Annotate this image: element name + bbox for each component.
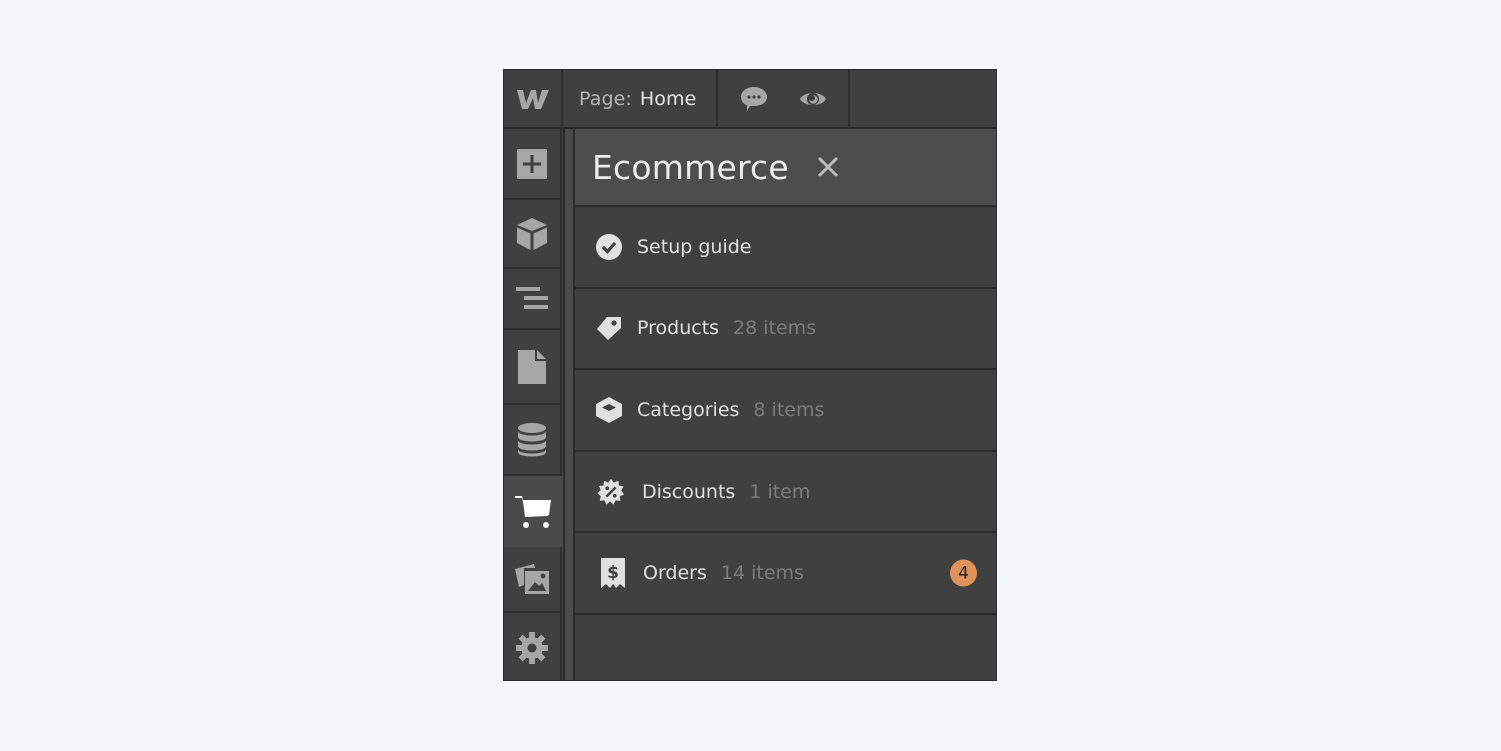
row-count: 28 items <box>733 317 817 340</box>
row-label: Products <box>637 317 720 340</box>
panel-title: Ecommerce <box>592 147 789 187</box>
check-circle-icon <box>595 233 623 261</box>
sidebar-item-symbols[interactable] <box>504 200 562 269</box>
comments-icon <box>740 86 767 111</box>
navigator-icon <box>516 286 548 309</box>
comments-button[interactable] <box>734 79 774 119</box>
webflow-logo[interactable] <box>504 70 563 127</box>
page-label: Page: <box>579 87 632 110</box>
plus-icon <box>517 148 547 179</box>
row-count: 14 items <box>720 562 804 585</box>
close-icon <box>817 156 838 178</box>
panel-header: Ecommerce <box>575 129 996 207</box>
ecommerce-panel: Ecommerce Setup guide Products 28 items … <box>575 129 996 680</box>
box-icon <box>595 396 623 424</box>
cart-icon <box>515 495 551 528</box>
top-bar: Page: Home <box>504 70 996 129</box>
row-label: Orders <box>643 562 707 585</box>
database-icon <box>518 422 546 456</box>
sidebar-item-add-elements[interactable] <box>504 129 562 200</box>
sidebar-item-navigator[interactable] <box>504 269 562 330</box>
topbar-actions <box>718 70 850 127</box>
page-icon <box>518 349 546 384</box>
preview-eye-icon <box>799 92 826 105</box>
images-icon <box>515 564 549 594</box>
preview-button[interactable] <box>793 79 833 119</box>
tag-icon <box>595 314 623 342</box>
left-sidebar <box>504 129 574 680</box>
panel-row-products[interactable]: Products 28 items <box>575 289 996 371</box>
new-orders-badge: 4 <box>950 559 977 587</box>
receipt-icon: $ <box>599 558 627 589</box>
row-label: Categories <box>637 398 740 421</box>
sidebar-item-cms[interactable] <box>504 405 562 476</box>
row-count: 1 item <box>749 480 811 503</box>
webflow-logo-icon <box>516 89 549 109</box>
cube-icon <box>517 217 547 250</box>
row-label: Discounts <box>642 480 736 503</box>
panel-row-categories[interactable]: Categories 8 items <box>575 370 996 452</box>
sidebar-item-settings[interactable] <box>504 613 562 680</box>
svg-text:$: $ <box>607 563 619 583</box>
sidebar-item-pages[interactable] <box>504 330 562 405</box>
panel-row-discounts[interactable]: Discounts 1 item <box>575 452 996 534</box>
page-selector[interactable]: Page: Home <box>563 70 718 127</box>
panel-row-orders[interactable]: $ Orders 14 items 4 <box>575 533 996 615</box>
panel-row-setup-guide[interactable]: Setup guide <box>575 207 996 289</box>
gear-icon <box>516 631 548 664</box>
close-button[interactable] <box>815 154 841 180</box>
panel-divider <box>563 129 575 680</box>
designer-window: Page: Home Ecommerce Setup guide Product… <box>503 69 997 681</box>
page-name: Home <box>639 87 697 110</box>
row-count: 8 items <box>753 398 825 421</box>
sidebar-item-assets[interactable] <box>504 547 562 613</box>
row-label: Setup guide <box>637 235 752 258</box>
discount-badge-icon <box>597 478 625 506</box>
